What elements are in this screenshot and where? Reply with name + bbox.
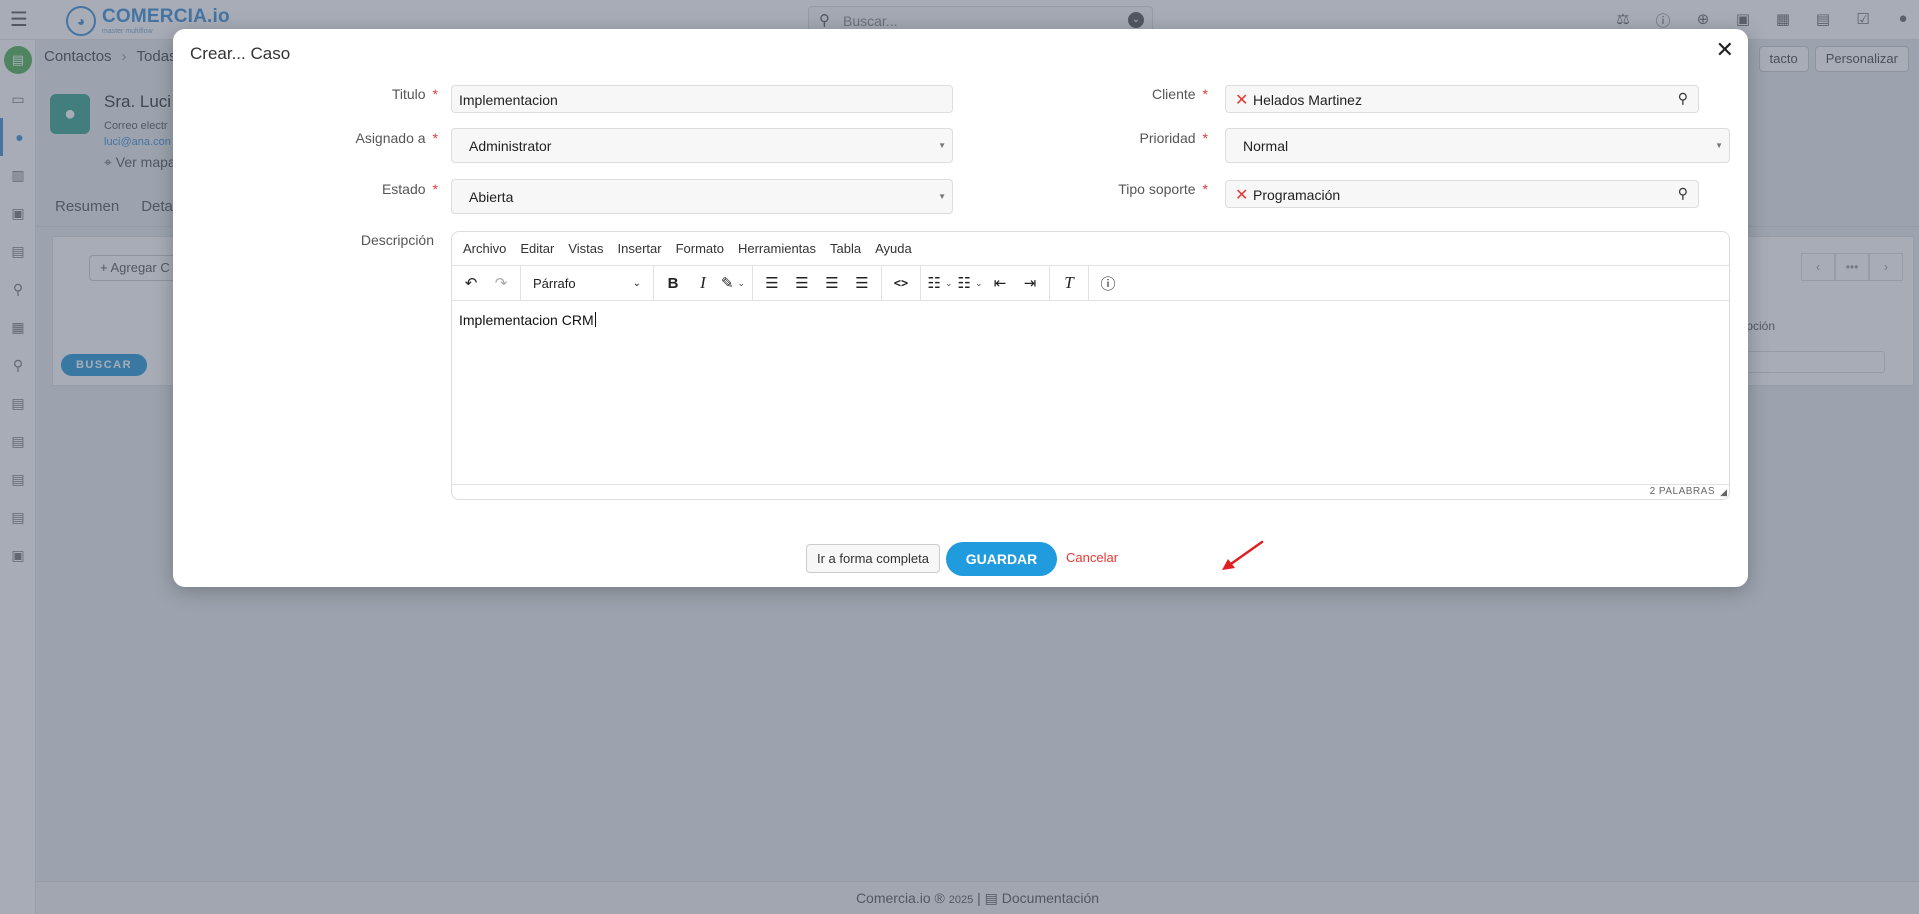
chevron-down-icon: ⌄ — [737, 277, 746, 288]
full-form-button[interactable]: Ir a forma completa — [806, 544, 940, 573]
undo-icon[interactable]: ↶ — [456, 269, 486, 297]
save-button[interactable]: GUARDAR — [946, 542, 1057, 576]
required-mark: * — [1202, 86, 1208, 102]
chevron-down-icon: ⌄ — [974, 277, 983, 288]
required-mark: * — [432, 130, 438, 146]
required-mark: * — [1202, 181, 1208, 197]
menu-insertar[interactable]: Insertar — [618, 241, 662, 256]
chevron-down-icon: ⌄ — [944, 277, 953, 288]
search-icon[interactable]: ⚲ — [1678, 185, 1688, 202]
clear-icon[interactable]: ✕ — [1235, 185, 1248, 205]
help-icon[interactable]: ⓘ — [1093, 269, 1123, 297]
source-code-icon[interactable]: <> — [886, 269, 916, 297]
clear-icon[interactable]: ✕ — [1235, 90, 1248, 110]
menu-archivo[interactable]: Archivo — [463, 241, 506, 256]
tipo-soporte-field[interactable]: ✕ Programación ⚲ — [1225, 180, 1699, 208]
menu-formato[interactable]: Formato — [676, 241, 724, 256]
menu-ayuda[interactable]: Ayuda — [875, 241, 912, 256]
cancel-link[interactable]: Cancelar — [1066, 550, 1118, 565]
editor-statusbar: 2 PALABRAS ◢ — [452, 484, 1729, 499]
asignado-select[interactable]: Administrator ▼ — [451, 128, 953, 163]
cliente-field[interactable]: ✕ Helados Martinez ⚲ — [1225, 85, 1699, 113]
prioridad-select[interactable]: Normal ▼ — [1225, 128, 1730, 163]
bold-icon[interactable]: B — [658, 269, 688, 297]
estado-label: Estado * — [381, 181, 438, 197]
outdent-icon[interactable]: ⇤ — [985, 269, 1015, 297]
chevron-down-icon: ⌄ — [632, 277, 641, 289]
required-mark: * — [432, 86, 438, 102]
close-icon[interactable]: ✕ — [1716, 39, 1734, 61]
tipo-soporte-label: Tipo soporte * — [1118, 181, 1208, 197]
editor-menubar: Archivo Editar Vistas Insertar Formato H… — [452, 232, 1729, 266]
resize-handle-icon[interactable]: ◢ — [1720, 487, 1727, 498]
create-case-modal: Crear... Caso ✕ Titulo * Implementacion A… — [173, 29, 1748, 587]
numbered-list-icon[interactable]: ☷ ⌄ — [955, 269, 985, 297]
bullet-list-icon[interactable]: ☷ ⌄ — [925, 269, 955, 297]
menu-vistas[interactable]: Vistas — [568, 241, 603, 256]
redo-icon[interactable]: ↷ — [486, 269, 516, 297]
dropdown-arrow-icon: ▼ — [1715, 141, 1723, 150]
align-center-icon[interactable]: ☰ — [787, 269, 817, 297]
modal-title: Crear... Caso — [190, 44, 291, 63]
menu-herramientas[interactable]: Herramientas — [738, 241, 816, 256]
descripcion-label: Descripción — [360, 232, 434, 248]
clear-formatting-icon[interactable]: T — [1054, 269, 1084, 297]
highlight-icon[interactable]: ✎ ⌄ — [718, 269, 748, 297]
titulo-input[interactable]: Implementacion — [451, 85, 953, 113]
menu-tabla[interactable]: Tabla — [830, 241, 861, 256]
required-mark: * — [1202, 130, 1208, 146]
dropdown-arrow-icon: ▼ — [938, 192, 946, 201]
annotation-arrow-icon — [1222, 540, 1264, 570]
italic-icon[interactable]: I — [688, 269, 718, 297]
block-format-select[interactable]: Párrafo ⌄ — [525, 269, 649, 297]
prioridad-label: Prioridad * — [1139, 130, 1208, 146]
menu-editar[interactable]: Editar — [520, 241, 554, 256]
dropdown-arrow-icon: ▼ — [938, 141, 946, 150]
estado-select[interactable]: Abierta ▼ — [451, 179, 953, 214]
description-editor: Archivo Editar Vistas Insertar Formato H… — [451, 231, 1730, 500]
align-left-icon[interactable]: ☰ — [757, 269, 787, 297]
required-mark: * — [432, 181, 438, 197]
indent-icon[interactable]: ⇥ — [1015, 269, 1045, 297]
search-icon[interactable]: ⚲ — [1678, 90, 1688, 107]
editor-toolbar: ↶ ↷ Párrafo ⌄ B I ✎ ⌄ ☰ ☰ ☰ ☰ <> ☷ ⌄ ☷ ⌄… — [452, 265, 1729, 301]
editor-content[interactable]: Implementacion CRM — [459, 312, 596, 328]
titulo-label: Titulo * — [391, 86, 438, 102]
align-right-icon[interactable]: ☰ — [817, 269, 847, 297]
asignado-label: Asignado a * — [355, 130, 438, 146]
text-caret — [594, 312, 596, 327]
word-count: 2 PALABRAS — [1649, 486, 1715, 497]
align-justify-icon[interactable]: ☰ — [847, 269, 877, 297]
cliente-label: Cliente * — [1151, 86, 1208, 102]
